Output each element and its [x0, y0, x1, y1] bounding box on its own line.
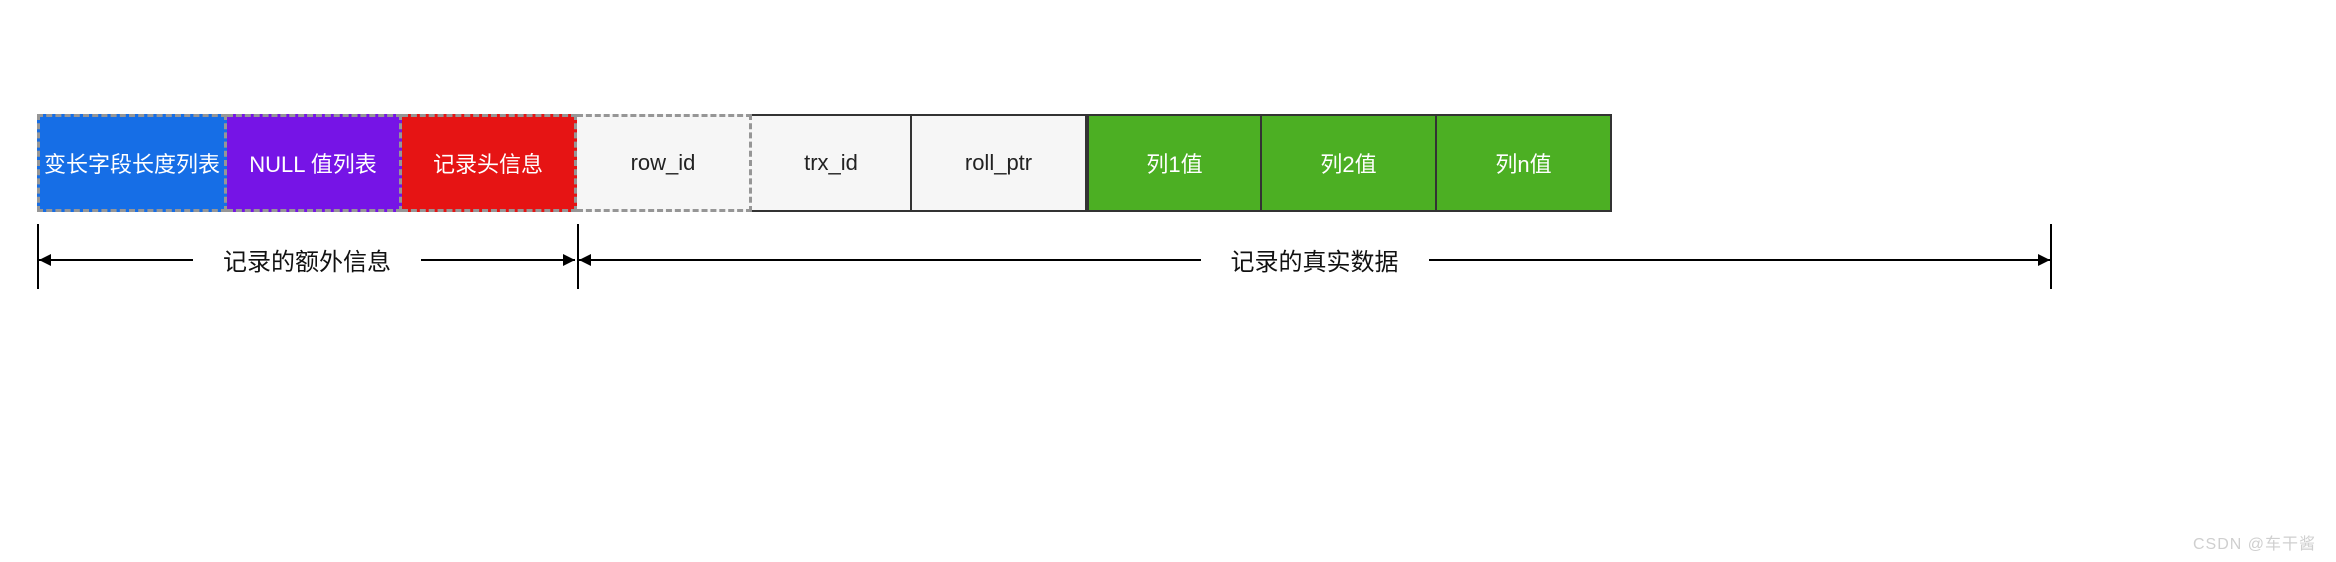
dimension-row: 记录的额外信息 记录的真实数据 — [37, 229, 2052, 289]
cell-rollptr: roll_ptr — [912, 114, 1087, 212]
arrow-right-icon — [1423, 259, 2051, 261]
watermark: CSDN @车干酱 — [2193, 530, 2316, 554]
arrow-right-icon — [415, 259, 575, 261]
cell-col2: 列2值 — [1262, 114, 1437, 212]
cell-coln: 列n值 — [1437, 114, 1612, 212]
cell-varlen: 变长字段长度列表 — [37, 114, 227, 212]
arrow-left-icon — [39, 259, 199, 261]
cell-header: 记录头信息 — [402, 114, 577, 212]
dimension-real: 记录的真实数据 — [577, 229, 2052, 289]
cell-col1: 列1值 — [1087, 114, 1262, 212]
dimension-extra: 记录的额外信息 — [37, 229, 577, 289]
cell-rowid: row_id — [577, 114, 752, 212]
dimension-real-label: 记录的真实数据 — [1201, 242, 1429, 277]
cell-nulllist: NULL 值列表 — [227, 114, 402, 212]
dimension-extra-label: 记录的额外信息 — [193, 242, 421, 277]
arrow-left-icon — [579, 259, 1207, 261]
cell-trxid: trx_id — [752, 114, 912, 212]
record-row: 变长字段长度列表 NULL 值列表 记录头信息 row_id trx_id ro… — [37, 114, 1612, 212]
